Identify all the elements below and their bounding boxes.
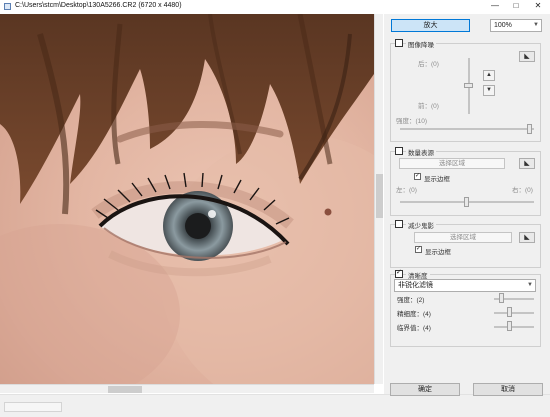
pick-icon: ◣ (524, 160, 530, 167)
noise-after-label: 后：(0) (418, 61, 439, 68)
noise-strength-slider-thumb[interactable] (527, 124, 532, 134)
noise-down-button[interactable]: ▼ (483, 85, 495, 96)
horizontal-scrollbar[interactable] (0, 384, 374, 393)
cancel-button[interactable]: 取消 (473, 383, 543, 396)
sharpness-fineness-slider-thumb[interactable] (507, 307, 512, 317)
maximize-button[interactable]: □ (506, 0, 526, 13)
sharpness-threshold-slider[interactable] (494, 326, 534, 328)
sharpness-checkbox[interactable] (395, 268, 403, 278)
noise-strength-slider[interactable] (400, 128, 534, 130)
noise-before-label: 前：(0) (418, 103, 439, 110)
zoom-level-value: 100% (494, 22, 512, 29)
chromatic-slider-thumb[interactable] (464, 197, 469, 207)
vertical-scrollbar[interactable] (374, 14, 383, 384)
chromatic-select-region-button[interactable]: 选择区域 (399, 158, 505, 169)
image-noise-checkbox[interactable] (395, 39, 403, 47)
status-bar (0, 394, 550, 417)
ghosting-select-region-button[interactable]: 选择区域 (414, 232, 512, 243)
ghosting-label: 减少鬼影 (406, 220, 436, 230)
zoom-level-select[interactable]: 100% ▼ (490, 19, 542, 32)
title-bar: C:\Users\stcm\Desktop\130A5266.CR2 (6720… (0, 0, 550, 13)
vertical-scroll-thumb[interactable] (376, 174, 383, 218)
noise-vertical-slider-thumb[interactable] (464, 83, 473, 88)
window-title: C:\Users\stcm\Desktop\130A5266.CR2 (6720… (15, 2, 182, 9)
ok-button[interactable]: 确定 (390, 383, 460, 396)
sharpness-strength-slider-thumb[interactable] (499, 293, 504, 303)
chromatic-checkbox[interactable] (395, 147, 403, 155)
pick-icon: ◣ (524, 234, 530, 241)
zoom-button[interactable]: 放大 (391, 19, 470, 32)
sharpness-strength-label: 强度：(2) (397, 297, 425, 304)
ghosting-show-border-checkbox[interactable] (415, 245, 422, 253)
chevron-down-icon: ▼ (533, 22, 539, 28)
chromatic-label: 数量表源 (406, 147, 436, 157)
chromatic-right-label: 右：(0) (512, 187, 533, 194)
noise-strength-label: 强度：(10) (396, 118, 428, 125)
chromatic-pick-button[interactable]: ◣ (519, 158, 535, 169)
photo-canvas (0, 14, 374, 384)
ghosting-pick-button[interactable]: ◣ (519, 232, 535, 243)
chromatic-show-border-checkbox[interactable] (414, 172, 421, 180)
sharpness-fineness-label: 精细度：(4) (397, 311, 431, 318)
close-button[interactable]: ✕ (528, 0, 548, 13)
pick-icon: ◣ (524, 53, 530, 60)
sharpness-fineness-slider[interactable] (494, 312, 534, 314)
chromatic-show-border-label: 显示边框 (424, 176, 450, 183)
image-noise-label: 图像降噪 (406, 39, 436, 49)
adjustment-panel: 放大 100% ▼ 图像降噪 ◣ 后：(0) ▲ ▼ 前：(0) 强度：(10)… (384, 14, 550, 396)
horizontal-scroll-thumb[interactable] (108, 386, 142, 393)
status-cell (4, 402, 62, 412)
sharpness-threshold-slider-thumb[interactable] (507, 321, 512, 331)
chromatic-left-label: 左：(0) (396, 187, 417, 194)
ghosting-group (390, 224, 541, 268)
image-viewport[interactable] (0, 14, 374, 384)
minimize-button[interactable]: — (485, 0, 505, 13)
chevron-down-icon: ▼ (527, 282, 533, 288)
ghosting-checkbox[interactable] (395, 220, 403, 228)
ghosting-show-border-label: 显示边框 (425, 249, 451, 256)
sharpness-filter-select[interactable]: 非锐化滤镜 ▼ (394, 279, 536, 292)
sharpness-threshold-label: 临界值：(4) (397, 325, 431, 332)
noise-up-button[interactable]: ▲ (483, 70, 495, 81)
noise-pick-button[interactable]: ◣ (519, 51, 535, 62)
sharpness-filter-value: 非锐化滤镜 (398, 282, 433, 289)
app-icon (4, 3, 11, 10)
